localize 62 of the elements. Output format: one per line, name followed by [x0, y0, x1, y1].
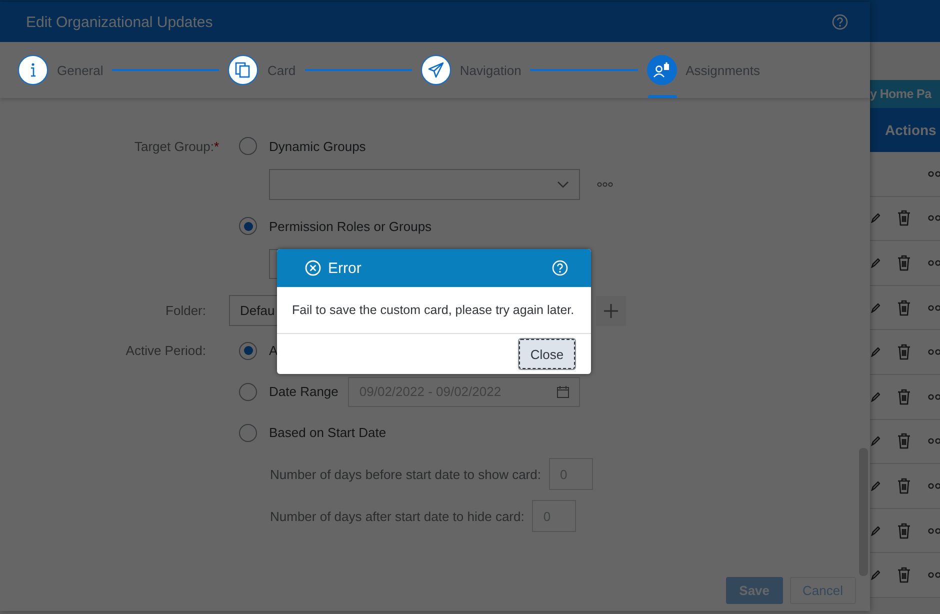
copy-icon	[235, 62, 252, 78]
more-icon[interactable]	[928, 438, 940, 444]
plus-icon[interactable]	[596, 296, 626, 326]
radio-label: Dynamic Groups	[269, 138, 366, 154]
radio-button[interactable]	[239, 382, 257, 400]
column-header: Actions	[870, 108, 940, 152]
pencil-icon[interactable]	[871, 213, 880, 224]
radio-label: Based on Start Date	[269, 425, 386, 440]
more-icon[interactable]	[928, 482, 940, 489]
more-icon[interactable]	[928, 170, 940, 177]
more-icon[interactable]	[928, 394, 940, 400]
pencil-icon[interactable]	[871, 436, 880, 446]
error-icon	[305, 260, 321, 276]
calendar-icon[interactable]	[557, 386, 570, 398]
more-icon[interactable]	[597, 182, 613, 187]
radio-button[interactable]	[239, 137, 257, 155]
more-icon[interactable]	[928, 304, 940, 311]
info-icon	[29, 62, 37, 78]
radio-label: Date Range	[269, 384, 338, 399]
pencil-icon[interactable]	[871, 258, 880, 268]
help-icon[interactable]	[552, 260, 568, 276]
field-label: Number of days before start date to show card:	[270, 466, 541, 482]
more-icon[interactable]	[928, 528, 940, 534]
trash-icon[interactable]	[897, 567, 911, 584]
dialog-title: Error	[328, 260, 362, 276]
error-message: Fail to save the custom card, please try again later.	[277, 287, 591, 334]
field-label: Number of days after start date to hide card:	[270, 508, 524, 524]
trash-icon[interactable]	[897, 210, 911, 226]
trash-icon[interactable]	[897, 388, 911, 405]
pencil-icon[interactable]	[871, 570, 880, 580]
trash-icon[interactable]	[897, 478, 911, 494]
trash-icon[interactable]	[897, 522, 911, 539]
field-label: Folder:	[166, 303, 206, 318]
field-label: Target Group:	[134, 138, 214, 154]
required-mark: *	[214, 138, 220, 154]
user-group-icon	[652, 62, 671, 78]
radio-button[interactable]	[239, 217, 257, 235]
page-tab[interactable]: y Home Pa	[870, 80, 940, 108]
dialog-title: Edit Organizational Updates	[26, 14, 214, 30]
help-icon[interactable]	[832, 14, 848, 30]
trash-icon[interactable]	[897, 433, 911, 450]
radio-label: A	[269, 343, 278, 358]
more-icon[interactable]	[928, 215, 940, 222]
pencil-icon[interactable]	[871, 302, 880, 313]
more-icon[interactable]	[928, 349, 940, 356]
more-icon[interactable]	[928, 572, 940, 578]
dropdown-field[interactable]	[269, 169, 580, 200]
field-label: Active Period:	[126, 343, 206, 358]
pencil-icon[interactable]	[871, 347, 880, 358]
trash-icon[interactable]	[897, 300, 911, 316]
pencil-icon[interactable]	[871, 526, 880, 536]
more-icon[interactable]	[928, 260, 940, 266]
close-button[interactable]: Close	[519, 339, 575, 369]
pencil-icon[interactable]	[871, 480, 880, 491]
paper-plane-icon	[428, 62, 444, 78]
trash-icon[interactable]	[897, 344, 911, 360]
trash-icon[interactable]	[897, 254, 911, 271]
chevron-down-icon	[557, 181, 569, 188]
radio-button[interactable]	[239, 424, 257, 442]
radio-button[interactable]	[239, 342, 257, 360]
pencil-icon[interactable]	[871, 392, 880, 402]
radio-label: Permission Roles or Groups	[269, 218, 432, 234]
